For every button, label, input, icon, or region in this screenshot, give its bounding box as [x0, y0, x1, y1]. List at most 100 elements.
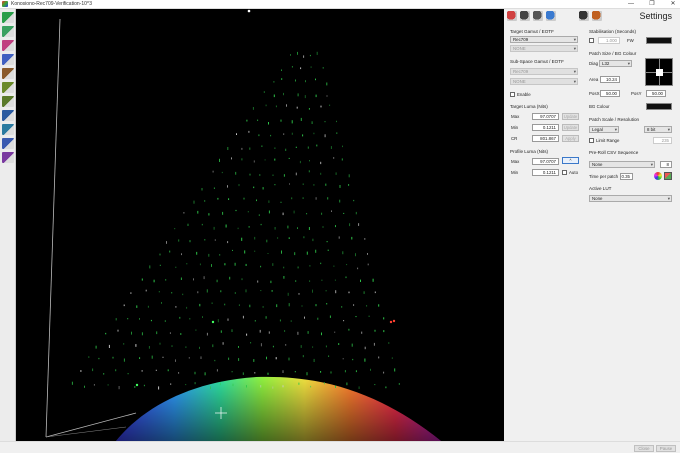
cube-icon[interactable] — [664, 172, 672, 180]
gamut-triangle-alt-icon[interactable] — [2, 26, 14, 37]
measurement-point — [159, 253, 161, 256]
curve-icon[interactable] — [2, 68, 14, 79]
pre-roll-count-field[interactable]: 8 — [660, 161, 672, 168]
measurement-point — [298, 293, 300, 295]
gamut-3d-view[interactable] — [16, 9, 504, 441]
measurement-point — [325, 290, 327, 292]
bit-depth-select[interactable]: 8 bit — [644, 126, 672, 133]
measurement-point — [200, 356, 202, 359]
measurement-point — [333, 157, 335, 159]
target-eotf-select[interactable]: NONE — [510, 45, 578, 52]
measurement-point — [260, 385, 262, 388]
chromaticity-icon[interactable] — [2, 40, 14, 51]
luma-graph-icon[interactable] — [2, 96, 14, 107]
palette-icon[interactable] — [654, 172, 662, 180]
histogram-icon[interactable] — [2, 152, 14, 163]
fw-label: FW — [627, 38, 634, 43]
stabilisation-checkbox[interactable] — [589, 38, 594, 43]
measurement-point — [135, 344, 137, 347]
posx-field[interactable]: 50.00 — [600, 90, 620, 97]
measurement-point — [219, 254, 221, 256]
minimize-button[interactable]: — — [624, 0, 638, 9]
measurement-point — [141, 278, 143, 281]
pause-button[interactable]: Pause — [656, 445, 676, 452]
area-field[interactable]: 10.24 — [600, 76, 620, 83]
target-max-field[interactable]: 97.0707 — [532, 113, 559, 120]
measurement-point — [343, 320, 345, 322]
profile-up-button[interactable]: ^ — [562, 157, 579, 164]
sub-space-eotf-select[interactable]: NONE — [510, 78, 578, 85]
measurement-point — [281, 69, 282, 71]
measurement-point — [342, 358, 344, 360]
measurement-point — [348, 174, 350, 178]
palette-icon[interactable] — [546, 11, 556, 21]
measurement-point — [324, 121, 326, 123]
stabilisation-field[interactable]: 1.000 — [598, 37, 620, 44]
measurement-point — [203, 276, 205, 280]
sub-space-gamut-select[interactable]: Rec709 — [510, 68, 578, 75]
measurement-point — [313, 184, 315, 186]
measurement-point — [235, 171, 237, 175]
measurement-point — [287, 225, 289, 229]
target-min-update-button[interactable]: Update — [562, 124, 579, 131]
wave-icon[interactable] — [2, 124, 14, 135]
measurement-point — [383, 317, 385, 320]
probe-icon[interactable] — [520, 11, 530, 21]
measurement-point — [291, 197, 293, 200]
left-toolbar — [0, 9, 16, 441]
measurement-point — [321, 279, 323, 281]
patch-position-preview[interactable] — [645, 58, 673, 86]
measurement-point — [326, 241, 328, 243]
curve-alt-icon[interactable] — [2, 82, 14, 93]
target-max-update-button[interactable]: Update — [562, 113, 579, 120]
target-min-field[interactable]: 0.1211 — [532, 124, 559, 131]
cube-colour-icon[interactable] — [592, 11, 602, 21]
measurement-point — [92, 368, 94, 372]
diag-select[interactable]: L32 — [599, 60, 632, 67]
measurement-point — [268, 200, 270, 203]
target-luma-apply-button[interactable]: Apply — [562, 135, 579, 142]
sub-space-enable-checkbox[interactable] — [510, 92, 515, 97]
measurement-point — [302, 134, 304, 137]
close-button[interactable]: Close — [634, 445, 654, 452]
measurement-point — [342, 251, 344, 255]
active-lut-select[interactable]: None — [589, 195, 672, 202]
ramp-icon[interactable] — [2, 110, 14, 121]
measurement-point — [308, 108, 310, 110]
limit-range-checkbox[interactable] — [589, 138, 594, 143]
limit-range-field[interactable]: 235 — [653, 137, 672, 144]
maximize-button[interactable]: ❐ — [645, 0, 659, 9]
measurement-point — [304, 316, 305, 319]
posy-field[interactable]: 50.00 — [646, 90, 666, 97]
tools-icon[interactable] — [579, 11, 589, 21]
measurement-point — [143, 384, 145, 387]
fw-colour-swatch[interactable] — [646, 37, 672, 44]
colour-patch-icon[interactable] — [507, 11, 517, 21]
measurement-point — [243, 197, 245, 200]
measurement-point — [358, 386, 360, 389]
gamut-triangle-icon[interactable] — [2, 12, 14, 23]
close-window-button[interactable]: ✕ — [666, 0, 680, 9]
patch-scale-select[interactable]: Legal — [589, 126, 619, 133]
measurement-point — [127, 373, 129, 375]
scope-icon[interactable] — [2, 138, 14, 149]
measurement-point — [391, 357, 393, 359]
pre-roll-select[interactable]: None — [589, 161, 655, 168]
target-gamut-select[interactable]: Rec709 — [510, 36, 578, 43]
contrast-ratio-field[interactable]: 801.867 — [532, 135, 559, 142]
profile-max-field[interactable]: 97.0707 — [532, 158, 559, 165]
time-per-patch-field[interactable]: 0.35 — [620, 173, 633, 180]
measurement-point — [220, 330, 222, 333]
probe-alt-icon[interactable] — [533, 11, 543, 21]
profile-auto-checkbox[interactable] — [562, 170, 567, 175]
bg-colour-swatch[interactable] — [646, 103, 672, 110]
profile-min-field[interactable]: 0.1211 — [532, 169, 559, 176]
measurement-point — [373, 342, 375, 346]
measurement-point — [141, 332, 143, 336]
measurement-point — [174, 228, 176, 230]
measurement-point — [256, 199, 257, 202]
measurement-point — [185, 346, 187, 348]
measurement-point — [304, 95, 306, 99]
measurement-point — [170, 383, 172, 385]
cube-icon[interactable] — [2, 54, 14, 65]
